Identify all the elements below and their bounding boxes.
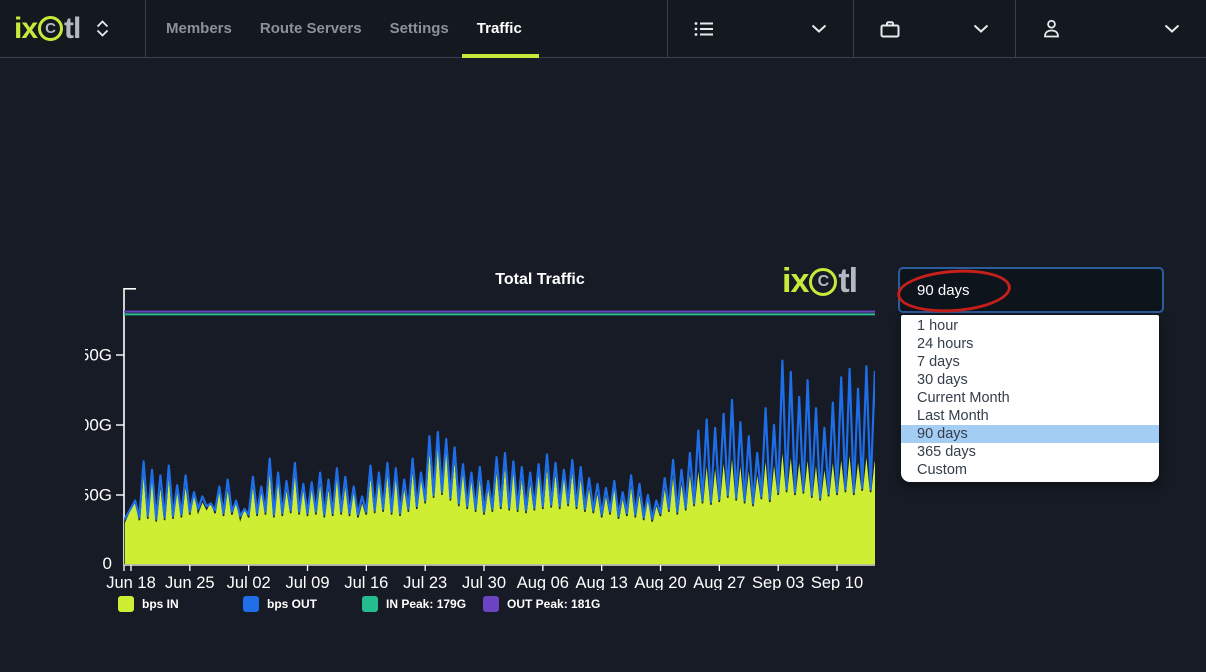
- legend-item-bps-in: bps IN: [118, 596, 179, 612]
- svg-text:Jul 09: Jul 09: [285, 574, 329, 590]
- nav-tabs: Members Route Servers Settings Traffic: [166, 0, 550, 57]
- option-7-days[interactable]: 7 days: [901, 353, 1159, 371]
- active-tab-underline: [462, 54, 539, 58]
- legend-swatch-bps-out: [243, 596, 259, 612]
- chevron-down-icon: [973, 24, 989, 33]
- option-365-days[interactable]: 365 days: [901, 443, 1159, 461]
- legend-item-in-peak: IN Peak: 179G: [362, 596, 466, 612]
- logo-circled-c: C: [38, 16, 63, 41]
- legend-item-out-peak: OUT Peak: 181G: [483, 596, 600, 612]
- list-icon: [694, 21, 714, 37]
- option-90-days-selected[interactable]: 90 days: [901, 425, 1159, 443]
- legend-swatch-in-peak: [362, 596, 378, 612]
- legend-label-in-peak: IN Peak: 179G: [386, 597, 466, 611]
- svg-text:Jun 25: Jun 25: [165, 574, 215, 590]
- nav-tab-route-servers[interactable]: Route Servers: [260, 20, 362, 37]
- svg-text:Sep 10: Sep 10: [811, 574, 863, 590]
- top-navigation-bar: ix C tl Members Route Servers Settings T…: [0, 0, 1206, 58]
- legend-item-bps-out: bps OUT: [243, 596, 317, 612]
- svg-text:Jun 18: Jun 18: [106, 574, 156, 590]
- svg-text:Jul 30: Jul 30: [462, 574, 506, 590]
- option-30-days[interactable]: 30 days: [901, 371, 1159, 389]
- legend-label-out-peak: OUT Peak: 181G: [507, 597, 600, 611]
- traffic-chart: 0 50G 100G 150G Jun 18 Jun 25 Jul 02 Jul 09 Jul …: [85, 285, 885, 590]
- svg-text:Aug 20: Aug 20: [634, 574, 686, 590]
- logo-text-ix: ix: [14, 14, 37, 44]
- svg-text:Sep 03: Sep 03: [752, 574, 804, 590]
- option-1-hour[interactable]: 1 hour: [901, 317, 1159, 335]
- option-last-month[interactable]: Last Month: [901, 407, 1159, 425]
- user-icon: [1042, 19, 1061, 38]
- legend-label-bps-out: bps OUT: [267, 597, 317, 611]
- svg-text:Jul 16: Jul 16: [344, 574, 388, 590]
- briefcase-icon: [880, 20, 900, 38]
- svg-text:150G: 150G: [85, 346, 112, 365]
- svg-text:Aug 13: Aug 13: [576, 574, 628, 590]
- legend-swatch-out-peak: [483, 596, 499, 612]
- time-range-selected-value: 90 days: [917, 282, 970, 299]
- legend-swatch-bps-in: [118, 596, 134, 612]
- chevron-down-icon: [811, 24, 827, 33]
- ixctl-logo[interactable]: ix C tl: [14, 14, 80, 44]
- brand-block: ix C tl: [0, 0, 146, 57]
- svg-text:0: 0: [103, 554, 112, 573]
- option-current-month[interactable]: Current Month: [901, 389, 1159, 407]
- exchange-selector-dropdown[interactable]: [667, 0, 853, 57]
- nav-tab-traffic[interactable]: Traffic: [477, 20, 522, 37]
- svg-text:Jul 23: Jul 23: [403, 574, 447, 590]
- logo-text-tl: tl: [64, 14, 80, 44]
- svg-text:100G: 100G: [85, 416, 112, 435]
- time-range-select[interactable]: 90 days: [898, 267, 1164, 313]
- svg-text:Jul 02: Jul 02: [227, 574, 271, 590]
- user-account-dropdown[interactable]: [1015, 0, 1206, 57]
- nav-tab-settings[interactable]: Settings: [390, 20, 449, 37]
- legend-label-bps-in: bps IN: [142, 597, 179, 611]
- org-switcher-icon[interactable]: [96, 20, 109, 37]
- svg-text:Aug 27: Aug 27: [693, 574, 745, 590]
- chevron-down-icon: [1164, 24, 1180, 33]
- organization-selector-dropdown[interactable]: [853, 0, 1015, 57]
- option-custom[interactable]: Custom: [901, 461, 1159, 479]
- svg-text:Aug 06: Aug 06: [517, 574, 569, 590]
- svg-text:50G: 50G: [85, 486, 112, 505]
- header-right-controls: [667, 0, 1206, 57]
- time-range-options-panel: 1 hour 24 hours 7 days 30 days Current M…: [901, 315, 1159, 482]
- option-24-hours[interactable]: 24 hours: [901, 335, 1159, 353]
- nav-tab-members[interactable]: Members: [166, 20, 232, 37]
